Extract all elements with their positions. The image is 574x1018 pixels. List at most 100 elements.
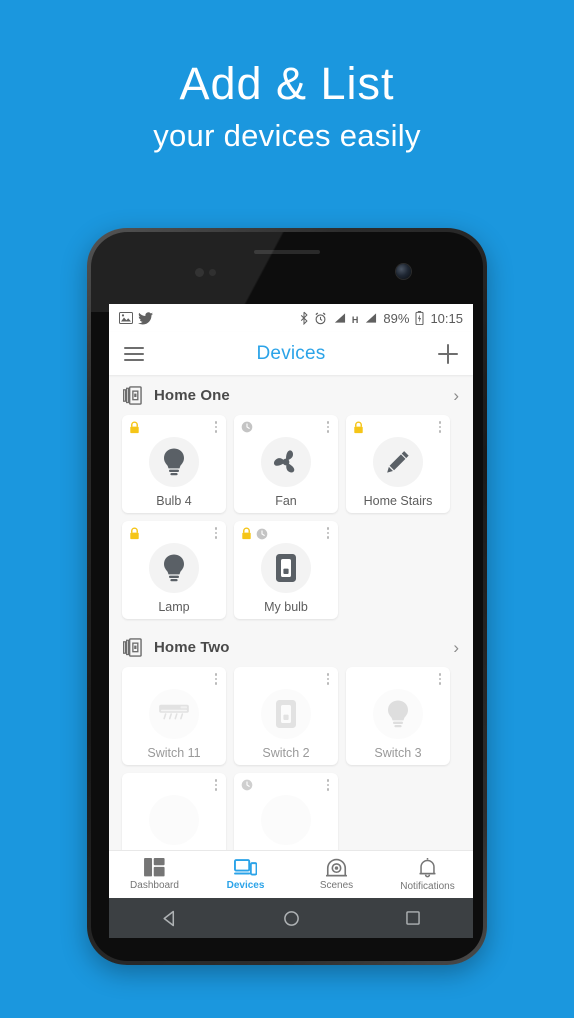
device-label: Lamp (158, 600, 190, 614)
device-card[interactable]: Home Stairs (346, 415, 450, 513)
bluetooth-icon (300, 311, 308, 325)
lock-icon (354, 421, 363, 434)
pencil-icon (387, 451, 409, 473)
lock-icon (242, 527, 251, 540)
devices-icon (234, 859, 257, 876)
card-badges (241, 421, 253, 433)
device-label: Home Stairs (363, 494, 433, 508)
back-icon[interactable] (161, 910, 178, 927)
clock-label: 10:15 (430, 310, 463, 326)
section-header-home-one[interactable]: Home One › (109, 375, 473, 415)
chevron-right-icon[interactable]: › (453, 639, 459, 656)
card-menu-button[interactable] (214, 421, 217, 433)
device-card[interactable]: Fan (234, 415, 338, 513)
device-label: Switch 11 (147, 746, 201, 760)
promo-headline: Add & List your devices easily (0, 58, 574, 158)
card-badges (241, 527, 268, 540)
device-label: Fan (275, 494, 297, 508)
nav-item-notifications[interactable]: Notifications (382, 857, 473, 892)
card-menu-button[interactable] (438, 421, 441, 433)
card-menu-button[interactable] (326, 779, 329, 791)
nav-label: Notifications (400, 880, 455, 892)
lock-icon (130, 527, 139, 540)
card-menu-button[interactable] (326, 421, 329, 433)
device-icon-wrap (261, 437, 311, 487)
device-card[interactable] (122, 773, 226, 850)
battery-icon (415, 311, 424, 325)
bulb-icon (164, 554, 184, 582)
alarm-icon (315, 311, 326, 324)
nav-item-scenes[interactable]: Scenes (291, 858, 382, 891)
phone-body: H 89% 10:15 Devices Home One › Bulb 4 Fa… (91, 232, 483, 961)
card-menu-button[interactable] (214, 779, 217, 791)
fan-icon (273, 450, 295, 473)
bottom-navigation: Dashboard Devices Scenes Notifications (109, 850, 473, 898)
chevron-right-icon[interactable]: › (453, 387, 459, 404)
section-title: Home One (154, 387, 230, 404)
card-badges (129, 527, 140, 540)
card-menu-button[interactable] (214, 527, 217, 539)
device-icon-wrap (149, 437, 199, 487)
front-camera-icon (396, 264, 411, 279)
card-menu-button[interactable] (326, 673, 329, 685)
nav-label: Devices (226, 880, 265, 891)
device-card[interactable]: Switch 11 (122, 667, 226, 765)
nav-item-devices[interactable]: Devices (200, 858, 291, 891)
device-icon-wrap (373, 437, 423, 487)
headline-line-2: your devices easily (153, 118, 421, 153)
status-bar-right: H 89% 10:15 (300, 311, 463, 326)
clock-icon (241, 779, 253, 791)
section-title: Home Two (154, 639, 230, 656)
proximity-sensor-icon (195, 268, 204, 277)
battery-percentage-label: 89% (383, 310, 410, 326)
earpiece-speaker (254, 250, 320, 254)
device-label: My bulb (264, 600, 308, 614)
home-group-icon (123, 386, 142, 405)
nav-item-dashboard[interactable]: Dashboard (109, 858, 200, 891)
device-icon-wrap (149, 543, 199, 593)
headline-line-1: Add & List (179, 58, 395, 109)
device-icon-wrap (149, 795, 199, 845)
device-icon-wrap (373, 689, 423, 739)
add-device-button[interactable] (438, 343, 458, 364)
recents-icon[interactable] (405, 910, 421, 926)
device-label: Bulb 4 (156, 494, 192, 508)
phone-screen: H 89% 10:15 Devices Home One › Bulb 4 Fa… (109, 304, 473, 898)
nav-label: Scenes (319, 880, 354, 891)
screen-glare (91, 232, 483, 312)
clock-icon (241, 421, 253, 433)
page-title: Devices (256, 342, 326, 364)
device-icon-wrap (261, 795, 311, 845)
switch-icon (276, 700, 296, 728)
device-card[interactable]: Lamp (122, 521, 226, 619)
device-card[interactable]: Bulb 4 (122, 415, 226, 513)
clock-icon (256, 528, 268, 539)
bulb-icon (164, 448, 184, 476)
image-icon (119, 312, 133, 324)
phone-mockup: H 89% 10:15 Devices Home One › Bulb 4 Fa… (87, 228, 487, 965)
device-card[interactable]: Switch 3 (346, 667, 450, 765)
device-card[interactable]: Switch 2 (234, 667, 338, 765)
card-menu-button[interactable] (214, 673, 217, 685)
android-system-nav (109, 898, 473, 938)
scenes-icon (326, 858, 347, 877)
signal-icon-2 (366, 313, 377, 323)
device-card[interactable] (234, 773, 338, 850)
card-menu-button[interactable] (438, 673, 441, 685)
device-card[interactable]: My bulb (234, 521, 338, 619)
section-header-home-two[interactable]: Home Two › (109, 627, 473, 667)
home-icon[interactable] (283, 910, 300, 927)
bulb-icon (388, 700, 408, 728)
app-toolbar: Devices (109, 332, 473, 375)
lock-icon (130, 421, 139, 434)
dashboard-icon (144, 858, 165, 877)
card-menu-button[interactable] (326, 527, 329, 539)
light-sensor-icon (209, 269, 216, 276)
status-bar: H 89% 10:15 (109, 304, 473, 332)
switch-icon (276, 554, 296, 582)
device-list[interactable]: Home One › Bulb 4 Fan Home Stairs Lamp M… (109, 375, 473, 850)
ac-icon (159, 704, 189, 720)
card-badges (241, 779, 253, 791)
card-badges (353, 421, 364, 434)
notifications-icon (419, 857, 436, 877)
